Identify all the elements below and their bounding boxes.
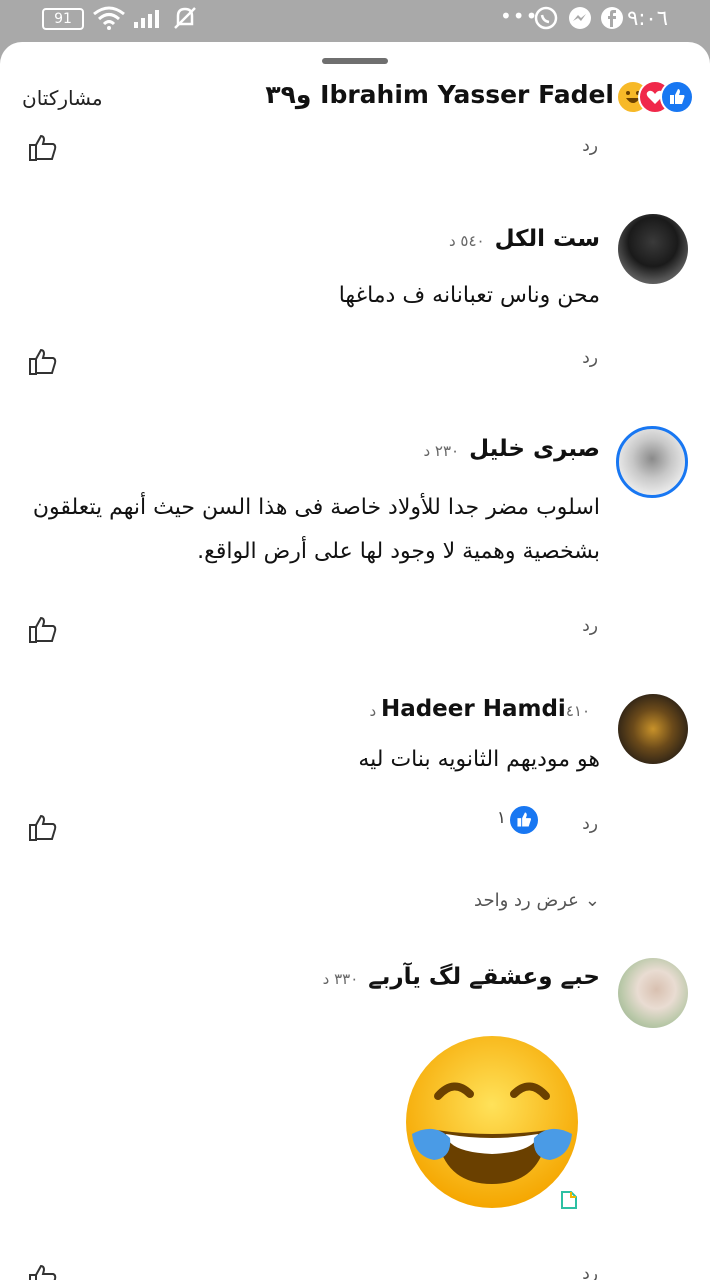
facebook-icon xyxy=(601,7,623,29)
comment-text: محن وناس تعبانانه ف دماغها xyxy=(338,283,600,308)
comment-text: هو موديهم الثانويه بنات ليه xyxy=(358,747,600,772)
commenter-name[interactable]: ست الكل٥٤٠ د xyxy=(449,226,600,252)
comment-text: اسلوب مضر جدا للأولاد خاصة فى هذا السن ح… xyxy=(32,495,600,564)
reply-button[interactable]: رد xyxy=(582,1264,598,1280)
sticker-icon xyxy=(561,1191,577,1209)
like-reaction-icon xyxy=(660,80,694,114)
avatar[interactable] xyxy=(616,426,688,498)
whatsapp-icon xyxy=(534,6,558,30)
like-icon[interactable] xyxy=(28,134,58,162)
laughing-tears-emoji xyxy=(406,1036,578,1208)
more-icon: ••• xyxy=(500,4,539,28)
comment-time: ٥٤٠ د xyxy=(448,232,485,250)
reactions-header: مشاركتان Ibrahim Yasser Fadel و٣٩ xyxy=(0,68,710,124)
like-reaction-icon xyxy=(517,812,531,827)
mute-bell-icon xyxy=(174,7,196,29)
drag-handle[interactable] xyxy=(322,58,388,64)
like-icon[interactable] xyxy=(28,814,58,842)
reply-button[interactable]: رد xyxy=(582,136,598,156)
status-bar: 91 ••• ٩:٠٦ xyxy=(0,0,710,40)
avatar[interactable] xyxy=(618,958,688,1028)
clock: ٩:٠٦ xyxy=(627,6,668,30)
reaction-icons[interactable] xyxy=(616,80,694,114)
avatar[interactable] xyxy=(618,694,688,764)
avatar[interactable] xyxy=(618,214,688,284)
commenter-name[interactable]: صبرى خليل٢٣٠ د xyxy=(423,436,600,462)
commenter-name[interactable]: حبے وعشقے لگ يآربے٣٣٠ د xyxy=(323,964,600,990)
comment-time: ٢٣٠ د xyxy=(423,442,460,460)
wifi-icon xyxy=(93,6,125,30)
commenter-name[interactable]: Hadeer Hamdi٤١٠ د xyxy=(370,696,601,722)
comments-sheet: مشاركتان Ibrahim Yasser Fadel و٣٩ رد ست … xyxy=(0,42,710,1280)
reactors-summary[interactable]: Ibrahim Yasser Fadel و٣٩ xyxy=(265,80,614,109)
signal-icon xyxy=(134,10,159,28)
comment-reaction[interactable] xyxy=(508,804,540,836)
chevron-down-icon: ⌄ xyxy=(584,890,600,911)
battery-icon: 91 xyxy=(42,8,84,30)
reaction-count: ١ xyxy=(496,808,506,828)
reply-button[interactable]: رد xyxy=(582,616,598,636)
reply-button[interactable]: رد xyxy=(582,814,598,834)
like-icon[interactable] xyxy=(28,1264,58,1280)
like-icon[interactable] xyxy=(28,348,58,376)
shares-count[interactable]: مشاركتان xyxy=(22,86,103,110)
comment-time: ٣٣٠ د xyxy=(322,970,359,988)
reply-button[interactable]: رد xyxy=(582,348,598,368)
view-replies-link[interactable]: ⌄عرض رد واحد xyxy=(474,890,600,911)
messenger-icon xyxy=(569,7,591,29)
like-icon[interactable] xyxy=(28,616,58,644)
